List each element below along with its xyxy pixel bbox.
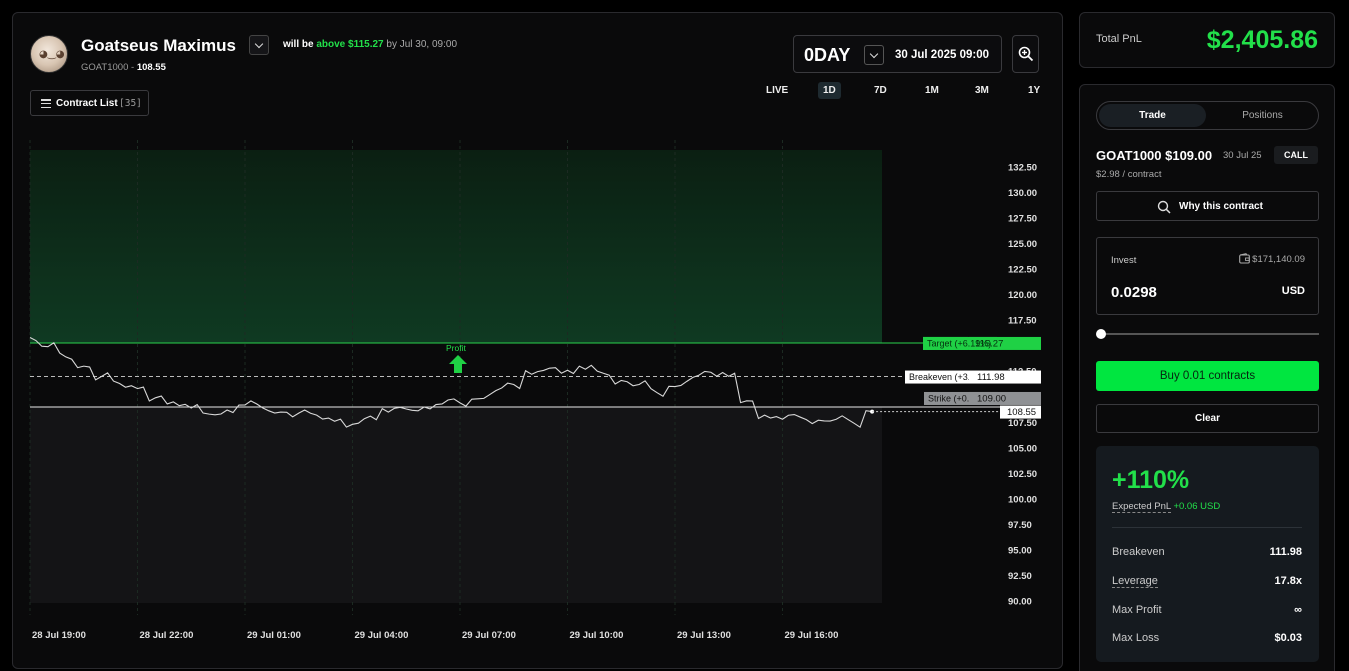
trade-panel: Trade Positions GOAT1000 $109.00 30 Jul … <box>1079 84 1335 671</box>
stat-breakeven: Breakeven 111.98 <box>1112 546 1302 558</box>
strike-value: 109.00 <box>977 393 1006 404</box>
y-tick-label: 117.50 <box>1008 316 1037 327</box>
invest-amount-input[interactable]: 0.0298 <box>1111 284 1157 301</box>
profit-zone <box>30 150 882 343</box>
total-pnl-card: Total PnL $2,405.86 <box>1079 12 1335 68</box>
expected-pnl-percent: +110% <box>1112 466 1190 494</box>
target-label-front: Target (+6.19%) <box>927 338 991 348</box>
x-tick-label: 28 Jul 19:00 <box>32 630 86 641</box>
y-tick-label: 125.00 <box>1008 239 1037 250</box>
total-pnl-value: $2,405.86 <box>1206 26 1318 54</box>
expected-pnl-line: Expected PnL +0.06 USD <box>1112 501 1221 513</box>
divider <box>1112 527 1302 528</box>
y-tick-label: 90.00 <box>1008 597 1032 608</box>
stat-max-profit: Max Profit ∞ <box>1112 604 1302 616</box>
current-value: 108.55 <box>1007 407 1036 418</box>
price-per-contract: $2.98 / contract <box>1096 169 1162 180</box>
contract-name: GOAT1000 $109.00 <box>1096 148 1213 163</box>
wallet-icon <box>1239 253 1251 264</box>
total-pnl-label: Total PnL <box>1096 33 1142 45</box>
y-tick-label: 127.50 <box>1008 214 1037 225</box>
tab-positions[interactable]: Positions <box>1209 104 1316 127</box>
expected-pnl-value: +0.06 USD <box>1173 501 1221 512</box>
y-tick-label: 97.50 <box>1008 520 1032 531</box>
invest-slider[interactable] <box>1096 329 1319 339</box>
y-tick-label: 102.50 <box>1008 469 1037 480</box>
invest-currency: USD <box>1281 285 1305 297</box>
expected-result-card: +110% Expected PnL +0.06 USD Breakeven 11… <box>1096 446 1319 662</box>
trade-tabs: Trade Positions <box>1096 101 1319 130</box>
x-tick-label: 29 Jul 16:00 <box>785 630 839 641</box>
stat-max-loss: Max Loss $0.03 <box>1112 632 1302 644</box>
invest-box[interactable]: Invest $171,140.09 0.0298 USD <box>1096 237 1319 315</box>
x-tick-label: 29 Jul 13:00 <box>677 630 731 641</box>
y-tick-label: 107.50 <box>1008 418 1037 429</box>
clear-button[interactable]: Clear <box>1096 404 1319 433</box>
slider-knob[interactable] <box>1096 329 1106 339</box>
y-tick-label: 122.50 <box>1008 265 1037 276</box>
tab-trade[interactable]: Trade <box>1099 104 1206 127</box>
search-icon <box>1157 200 1171 214</box>
x-tick-label: 28 Jul 22:00 <box>140 630 194 641</box>
buy-button[interactable]: Buy 0.01 contracts <box>1096 361 1319 391</box>
price-chart[interactable]: 132.50 130.00 127.50 125.00 122.50 120.00 117.… <box>0 0 1062 660</box>
breakeven-value: 111.98 <box>977 372 1005 383</box>
profit-arrow-icon <box>449 355 467 373</box>
x-tick-label: 29 Jul 04:00 <box>355 630 409 641</box>
y-tick-label: 130.00 <box>1008 188 1037 199</box>
profit-label: Profit <box>446 343 466 353</box>
y-tick-label: 95.00 <box>1008 545 1032 556</box>
x-tick-label: 29 Jul 07:00 <box>462 630 516 641</box>
y-tick-label: 92.50 <box>1008 571 1032 582</box>
y-tick-label: 100.00 <box>1008 494 1037 505</box>
stat-leverage: Leverage 17.8x <box>1112 575 1302 588</box>
y-tick-label: 120.00 <box>1008 290 1037 301</box>
y-tick-label: 132.50 <box>1008 163 1037 174</box>
x-tick-label: 29 Jul 01:00 <box>247 630 301 641</box>
invest-label: Invest <box>1111 255 1137 266</box>
x-tick-label: 29 Jul 10:00 <box>570 630 624 641</box>
y-tick-label: 105.00 <box>1008 443 1037 454</box>
option-type-badge: CALL <box>1274 146 1318 164</box>
why-this-contract-button[interactable]: Why this contract <box>1096 191 1319 221</box>
loss-zone <box>30 406 882 603</box>
expected-pnl-label[interactable]: Expected PnL <box>1112 501 1171 513</box>
contract-date: 30 Jul 25 <box>1223 150 1262 161</box>
wallet-balance: $171,140.09 <box>1239 253 1305 265</box>
